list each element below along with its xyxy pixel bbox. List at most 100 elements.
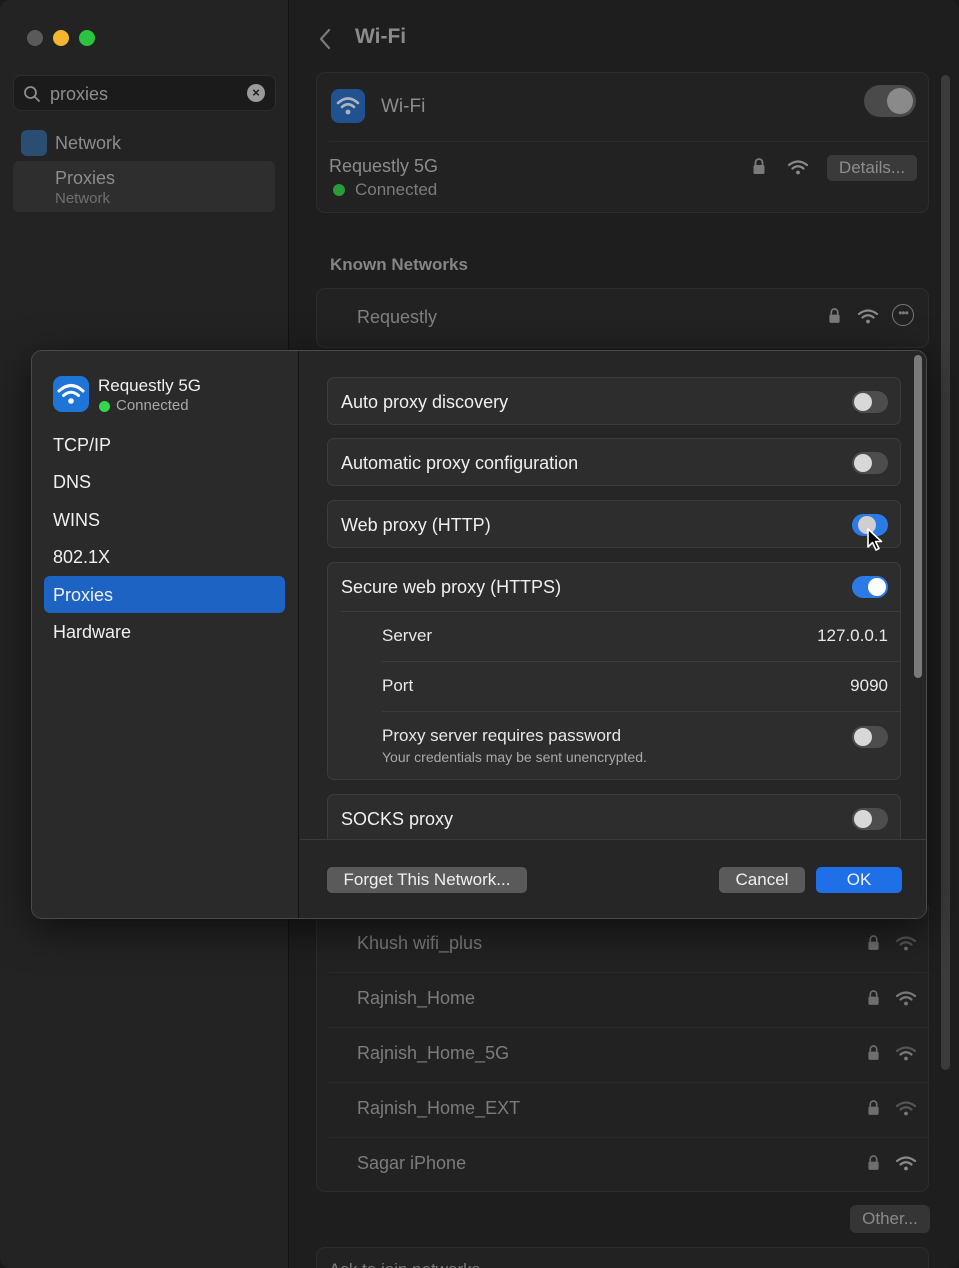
- auto-proxy-discovery-toggle[interactable]: [852, 391, 888, 413]
- port-label: Port: [382, 676, 414, 695]
- port-value-field[interactable]: 9090: [850, 676, 888, 696]
- auto-proxy-config-toggle[interactable]: [852, 452, 888, 474]
- tab-label: TCP/IP: [53, 435, 112, 455]
- cancel-button[interactable]: Cancel: [719, 867, 805, 893]
- minimize-window-button[interactable]: [53, 30, 69, 46]
- scrollbar-thumb[interactable]: [941, 75, 950, 1070]
- known-networks-list: Khush wifi_plus Rajnish_Home Rajnish_Hom…: [316, 905, 929, 1192]
- tab-8021x[interactable]: 802.1X: [44, 538, 285, 575]
- tab-dns[interactable]: DNS: [44, 463, 285, 500]
- known-network-row[interactable]: Requestly •••: [316, 288, 929, 348]
- wifi-card: Wi-Fi Requestly 5G Connected Details...: [316, 72, 929, 213]
- tab-label: Proxies: [53, 585, 114, 605]
- server-value-field[interactable]: 127.0.0.1: [817, 626, 888, 646]
- window-scrollbar[interactable]: [941, 75, 952, 1075]
- socks-proxy-row: SOCKS proxy: [327, 794, 901, 839]
- tab-tcpip[interactable]: TCP/IP: [44, 426, 285, 463]
- sheet-scrollbar[interactable]: [912, 353, 924, 837]
- tab-hardware[interactable]: Hardware: [44, 613, 285, 650]
- lock-icon: [753, 158, 765, 174]
- wifi-signal-icon: [895, 1156, 917, 1171]
- forget-network-button[interactable]: Forget This Network...: [327, 867, 527, 893]
- known-network-row[interactable]: Rajnish_Home_EXT: [317, 1083, 929, 1138]
- scrollbar-thumb[interactable]: [914, 355, 922, 678]
- socks-proxy-toggle[interactable]: [852, 808, 888, 830]
- current-network-status: Connected: [355, 180, 438, 199]
- secure-proxy-group: Secure web proxy (HTTPS) Server 127.0.0.…: [327, 562, 901, 780]
- wifi-label: Wi-Fi: [381, 96, 426, 117]
- known-network-row[interactable]: Sagar iPhone: [317, 1138, 929, 1193]
- clear-search-icon[interactable]: ×: [247, 84, 265, 102]
- lock-icon: [868, 990, 879, 1005]
- wifi-signal-icon: [857, 309, 879, 324]
- auto-proxy-config-row: Automatic proxy configuration: [327, 438, 901, 486]
- other-network-button[interactable]: Other...: [850, 1205, 930, 1233]
- ok-button[interactable]: OK: [816, 867, 902, 893]
- sidebar-item-sublabel: Network: [55, 190, 111, 207]
- proxies-panel: Auto proxy discovery Automatic proxy con…: [300, 351, 926, 839]
- tab-proxies[interactable]: Proxies: [44, 576, 285, 613]
- wifi-signal-icon: [895, 936, 917, 951]
- sheet-network-status: Connected: [116, 397, 189, 414]
- wifi-signal-icon: [895, 1046, 917, 1061]
- wifi-toggle[interactable]: [864, 85, 916, 117]
- divider: [329, 141, 928, 142]
- network-name: Rajnish_Home_5G: [357, 1043, 510, 1063]
- network-name: Rajnish_Home_EXT: [357, 1098, 521, 1118]
- close-window-button[interactable]: [27, 30, 43, 46]
- tab-wins[interactable]: WINS: [44, 501, 285, 538]
- back-chevron-icon[interactable]: [318, 28, 332, 50]
- connected-dot: [333, 184, 345, 196]
- row-label: Web proxy (HTTP): [341, 515, 491, 535]
- password-hint: Your credentials may be sent unencrypted…: [382, 749, 647, 765]
- port-row[interactable]: Port 9090: [382, 662, 901, 712]
- wifi-signal-icon: [895, 991, 917, 1006]
- password-required-toggle[interactable]: [852, 726, 888, 748]
- network-name: Khush wifi_plus: [357, 933, 483, 953]
- wifi-icon: [331, 89, 365, 123]
- sidebar-item-label: Network: [55, 133, 122, 153]
- wifi-icon: [53, 376, 89, 412]
- tab-label: 802.1X: [53, 547, 111, 567]
- globe-icon: [21, 130, 47, 156]
- ask-to-join-label: Ask to join networks: [329, 1260, 480, 1268]
- tab-label: Hardware: [53, 622, 132, 642]
- row-label: SOCKS proxy: [341, 809, 454, 829]
- current-network-name: Requestly 5G: [329, 156, 439, 176]
- lock-icon: [868, 1155, 879, 1170]
- auto-proxy-discovery-row: Auto proxy discovery: [327, 377, 901, 425]
- more-options-icon[interactable]: •••: [892, 304, 914, 326]
- details-button[interactable]: Details...: [827, 155, 917, 181]
- search-input[interactable]: proxies: [50, 84, 108, 105]
- search-field[interactable]: proxies ×: [13, 75, 276, 111]
- known-network-row[interactable]: Khush wifi_plus: [317, 918, 929, 973]
- sidebar-item-network[interactable]: Network: [13, 128, 275, 158]
- mouse-pointer-icon: [867, 528, 883, 551]
- connected-dot: [99, 401, 110, 412]
- password-label: Proxy server requires password: [382, 726, 622, 745]
- wifi-signal-icon: [895, 1101, 917, 1116]
- row-label: Automatic proxy configuration: [341, 453, 579, 473]
- lock-icon: [868, 1045, 879, 1060]
- known-network-row[interactable]: Rajnish_Home_5G: [317, 1028, 929, 1083]
- network-name: Sagar iPhone: [357, 1153, 467, 1173]
- lock-icon: [868, 1100, 879, 1115]
- ask-to-join-row: Ask to join networks: [316, 1247, 929, 1268]
- lock-icon: [868, 935, 879, 950]
- lock-icon: [829, 308, 840, 323]
- server-row[interactable]: Server 127.0.0.1: [382, 612, 901, 662]
- zoom-window-button[interactable]: [79, 30, 95, 46]
- sidebar-item-proxies[interactable]: Proxies Network: [13, 161, 275, 212]
- tab-label: WINS: [53, 510, 100, 530]
- search-icon: [24, 86, 40, 102]
- server-label: Server: [382, 626, 433, 645]
- known-network-row[interactable]: Rajnish_Home: [317, 973, 929, 1028]
- page-title: Wi-Fi: [355, 25, 407, 48]
- network-details-sheet: Requestly 5G Connected TCP/IP DNS WINS 8…: [31, 350, 927, 919]
- password-row: Proxy server requires password Your cred…: [382, 712, 901, 772]
- web-proxy-row: Web proxy (HTTP): [327, 500, 901, 548]
- network-name: Rajnish_Home: [357, 988, 476, 1008]
- sheet-footer: Forget This Network... Cancel OK: [300, 839, 926, 918]
- known-networks-title: Known Networks: [330, 255, 468, 274]
- secure-proxy-toggle[interactable]: [852, 576, 888, 598]
